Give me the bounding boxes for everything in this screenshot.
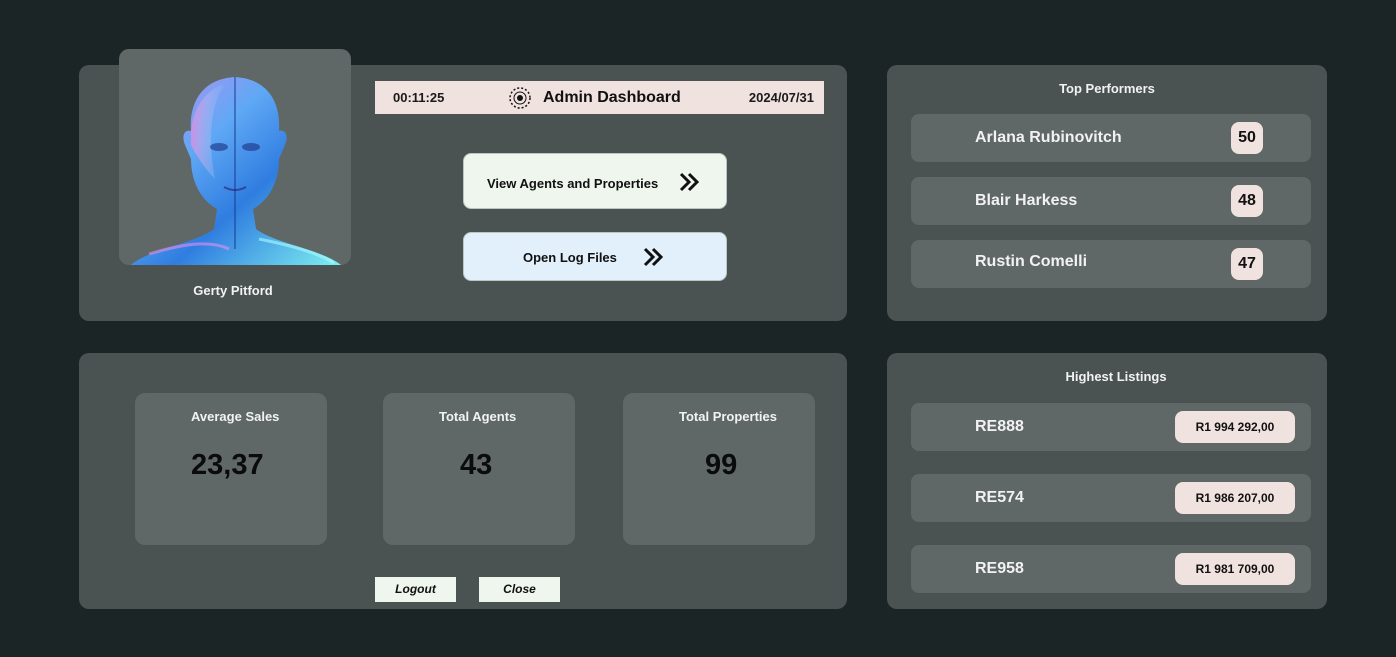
target-icon	[509, 87, 531, 109]
listing-price-badge: R1 986 207,00	[1175, 482, 1295, 514]
highest-listings-title: Highest Listings	[1065, 369, 1167, 384]
performer-score-badge: 48	[1231, 185, 1263, 217]
performer-name: Blair Harkess	[975, 192, 1078, 209]
open-log-files-button[interactable]: Open Log Files	[463, 232, 727, 281]
close-button[interactable]: Close	[479, 577, 560, 602]
listing-row: RE888 R1 994 292,00	[911, 403, 1311, 451]
performer-name: Rustin Comelli	[975, 253, 1088, 270]
listing-code: RE574	[975, 489, 1024, 506]
stat-label: Average Sales	[191, 409, 280, 424]
double-chevron-right-icon	[679, 172, 700, 192]
stat-value: 99	[705, 449, 738, 481]
listing-row: RE958 R1 981 709,00	[911, 545, 1311, 593]
performer-score-badge: 50	[1231, 122, 1263, 154]
performer-row: Rustin Comelli 47	[911, 240, 1311, 288]
header-bar: 00:11:25 Admin Dashboard 2024/07/31	[375, 81, 824, 114]
top-performers-title: Top Performers	[1059, 81, 1155, 96]
profile-name: Gerty Pitford	[193, 283, 273, 298]
stat-label: Total Agents	[439, 409, 517, 424]
stat-card-total-properties: Total Properties 99	[623, 393, 815, 545]
header-date: 2024/07/31	[748, 90, 814, 105]
double-chevron-right-icon	[643, 247, 664, 267]
performer-name: Arlana Rubinovitch	[975, 129, 1122, 146]
stat-card-total-agents: Total Agents 43	[383, 393, 575, 545]
stat-card-average-sales: Average Sales 23,37	[135, 393, 327, 545]
listing-price-badge: R1 994 292,00	[1175, 411, 1295, 443]
page-title: Admin Dashboard	[543, 89, 681, 106]
listing-row: RE574 R1 986 207,00	[911, 474, 1311, 522]
listing-code: RE958	[975, 560, 1024, 577]
performer-row: Blair Harkess 48	[911, 177, 1311, 225]
avatar	[119, 49, 351, 265]
stat-value: 23,37	[191, 449, 264, 481]
performer-score-badge: 47	[1231, 248, 1263, 280]
performer-row: Arlana Rubinovitch 50	[911, 114, 1311, 162]
listing-code: RE888	[975, 418, 1024, 435]
view-agents-properties-button[interactable]: View Agents and Properties	[463, 153, 727, 209]
listing-price-badge: R1 981 709,00	[1175, 553, 1295, 585]
logout-button[interactable]: Logout	[375, 577, 456, 602]
view-agents-properties-label: View Agents and Properties	[487, 176, 659, 191]
stat-label: Total Properties	[679, 409, 778, 424]
open-log-files-label: Open Log Files	[523, 250, 617, 265]
avatar-head-image	[131, 77, 341, 265]
clock-time: 00:11:25	[393, 90, 445, 105]
